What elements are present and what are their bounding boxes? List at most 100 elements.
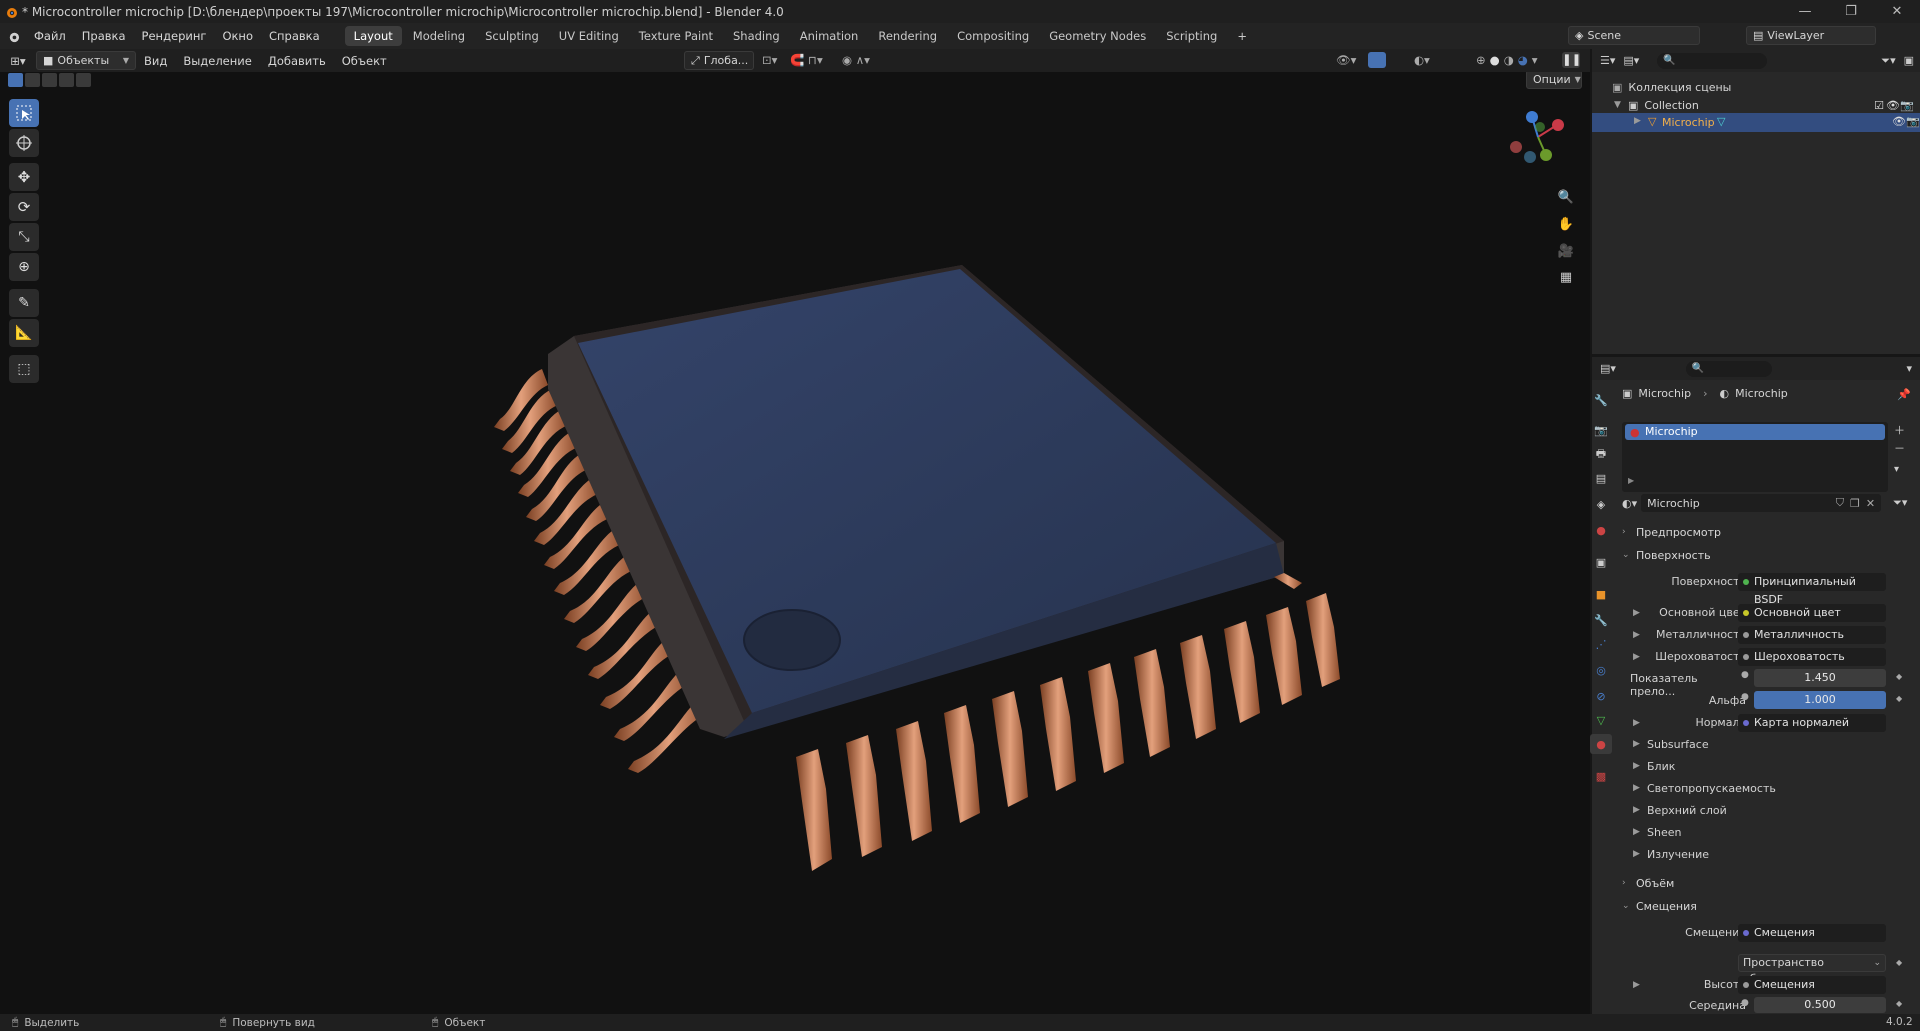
section-preview[interactable]: › Предпросмотр <box>1622 522 1721 542</box>
section-displacement[interactable]: ⌄ Смещения <box>1622 896 1697 916</box>
keyframe-dot-icon[interactable]: ◆ <box>1896 694 1902 703</box>
physics-tab-icon[interactable]: ◎ <box>1590 660 1612 680</box>
blender-menu-icon[interactable] <box>0 30 26 43</box>
tab-rendering[interactable]: Rendering <box>869 26 946 46</box>
select-subtract-icon[interactable] <box>42 73 57 87</box>
tab-layout[interactable]: Layout <box>344 26 402 46</box>
annotate-tool[interactable]: ✎ <box>9 289 39 317</box>
chevron-down-icon[interactable]: ▾ <box>1532 53 1538 67</box>
keyframe-dot-icon[interactable]: ◆ <box>1896 958 1902 967</box>
3d-viewport[interactable]: ✥ ⟳ ⤡ ⊕ ✎ 📐 ⬚ Опции ▼ 🔍 ✋ 🎥 ▦ <box>0 49 1590 1014</box>
rendered-shading-icon[interactable]: ◕ <box>1518 53 1528 67</box>
material-shading-icon[interactable]: ◑ <box>1504 53 1514 67</box>
link-options-icon[interactable]: ⏷▾ <box>1893 496 1907 510</box>
menu-view[interactable]: Вид <box>136 54 175 68</box>
overlays-icon[interactable]: ◐▾ <box>1414 53 1430 67</box>
tool-tab-icon[interactable]: 🔧 <box>1590 390 1612 410</box>
z-axis-icon[interactable] <box>1526 111 1538 123</box>
expand-triangle-icon[interactable]: ▼ <box>1614 100 1628 110</box>
tab-sculpting[interactable]: Sculpting <box>476 26 548 46</box>
wireframe-shading-icon[interactable]: ⊕ <box>1476 53 1486 67</box>
surface-shader-field[interactable]: Принципиальный BSDF <box>1738 573 1886 606</box>
menu-select[interactable]: Выделение <box>175 54 260 68</box>
menu-window[interactable]: Окно <box>214 23 261 49</box>
normal-field[interactable]: Карта нормалей <box>1738 714 1886 732</box>
add-slot-button[interactable]: ＋ <box>1894 422 1905 438</box>
outliner-scene-collection[interactable]: ▣ Коллекция сцены <box>1612 77 1731 97</box>
solid-shading-icon[interactable]: ● <box>1490 53 1500 67</box>
zoom-icon[interactable]: 🔍 <box>1553 185 1579 209</box>
material-tab-icon[interactable]: ● <box>1590 734 1612 754</box>
mode-selector[interactable]: ■ Объекты ▼ <box>36 51 136 70</box>
pause-render-icon[interactable]: ❚❚ <box>1562 52 1581 68</box>
options-dropdown[interactable]: Опции ▼ <box>1526 70 1582 89</box>
menu-edit[interactable]: Правка <box>74 23 134 49</box>
fake-user-icon[interactable]: ⛉ <box>1836 496 1844 510</box>
view-layer-selector[interactable]: ▤ ViewLayer <box>1746 26 1876 45</box>
expand-triangle-icon[interactable]: ▶ <box>1634 116 1648 126</box>
browse-material-icon[interactable]: ◐▾ <box>1622 497 1637 510</box>
camera-render-icon[interactable]: 📷 <box>1906 115 1920 128</box>
tab-modeling[interactable]: Modeling <box>404 26 474 46</box>
modifier-tab-icon[interactable]: 🔧 <box>1590 610 1612 630</box>
transform-tool[interactable]: ⊕ <box>9 253 39 281</box>
tab-geometry-nodes[interactable]: Geometry Nodes <box>1040 26 1155 46</box>
outliner-editor-icon[interactable]: ☰▾ <box>1600 54 1615 67</box>
select-new-icon[interactable] <box>8 73 23 87</box>
keyframe-dot-icon[interactable]: ◆ <box>1896 999 1902 1008</box>
object-tab-icon[interactable]: ■ <box>1590 584 1612 604</box>
eye-icon[interactable]: 👁 <box>1886 99 1900 112</box>
snap-icon[interactable]: 🧲 ⊓▾ <box>790 53 823 67</box>
scene-tab-icon[interactable]: ◈ <box>1590 494 1612 514</box>
render-tab-icon[interactable]: 📷 <box>1590 420 1612 440</box>
menu-add[interactable]: Добавить <box>260 54 334 68</box>
cursor-tool[interactable] <box>9 129 39 157</box>
orientation-selector[interactable]: ⤢ Глоба... <box>684 51 754 70</box>
select-extend-icon[interactable] <box>25 73 40 87</box>
unlink-icon[interactable]: ✕ <box>1866 497 1875 510</box>
tab-uv-editing[interactable]: UV Editing <box>550 26 628 46</box>
roughness-field[interactable]: Шероховатость <box>1738 648 1886 666</box>
base-color-field[interactable]: Основной цвет <box>1738 604 1886 622</box>
add-workspace-button[interactable]: + <box>1228 26 1256 46</box>
menu-file[interactable]: Файл <box>26 23 74 49</box>
camera-render-icon[interactable]: 📷 <box>1900 99 1914 112</box>
measure-tool[interactable]: 📐 <box>9 319 39 347</box>
outliner-collection[interactable]: ▼ ▣ Collection ☑ 👁 📷 <box>1614 95 1914 115</box>
scene-selector[interactable]: ◈ Scene <box>1568 26 1700 45</box>
constraints-tab-icon[interactable]: ⊘ <box>1590 686 1612 706</box>
tab-shading[interactable]: Shading <box>724 26 789 46</box>
pan-hand-icon[interactable]: ✋ <box>1553 212 1579 236</box>
data-tab-icon[interactable]: ▽ <box>1590 710 1612 730</box>
texture-tab-icon[interactable]: ▩ <box>1590 766 1612 786</box>
chevron-down-icon[interactable]: ▾ <box>1906 362 1912 375</box>
visibility-icon[interactable]: 👁▾ <box>1336 53 1356 67</box>
displacement-field[interactable]: Смещения <box>1738 924 1886 942</box>
world-tab-icon[interactable]: ● <box>1590 520 1612 540</box>
section-volume[interactable]: › Объём <box>1622 873 1674 893</box>
menu-help[interactable]: Справка <box>261 23 328 49</box>
display-mode-icon[interactable]: ▤▾ <box>1623 54 1639 67</box>
tab-compositing[interactable]: Compositing <box>948 26 1038 46</box>
space-dropdown[interactable]: Пространство объекта ⌄ <box>1738 954 1886 985</box>
ior-field[interactable]: 1.450 <box>1754 669 1886 687</box>
select-box-tool[interactable] <box>9 99 39 127</box>
subpanel-coat[interactable]: ▶ Верхний слой <box>1633 801 1727 819</box>
rotate-tool[interactable]: ⟳ <box>9 193 39 221</box>
y-axis-icon[interactable] <box>1540 149 1552 161</box>
metallic-field[interactable]: Металличность <box>1738 626 1886 644</box>
menu-object[interactable]: Объект <box>334 54 395 68</box>
maximize-button[interactable]: ❐ <box>1828 0 1874 23</box>
output-tab-icon[interactable]: 🖶 <box>1590 444 1612 464</box>
pin-icon[interactable]: 📌 <box>1897 388 1911 401</box>
subpanel-specular[interactable]: ▶ Блик <box>1633 757 1675 775</box>
pivot-icon[interactable]: ⊡▾ <box>762 53 777 67</box>
remove-slot-button[interactable]: － <box>1894 440 1905 456</box>
tab-texture-paint[interactable]: Texture Paint <box>630 26 722 46</box>
outliner-object-microchip[interactable]: ▶ ▽ Microchip ▽ 👁 📷 <box>1592 113 1920 132</box>
slot-specials-icon[interactable]: ▾ <box>1894 464 1899 475</box>
eye-icon[interactable]: 👁 <box>1892 115 1906 128</box>
tab-animation[interactable]: Animation <box>791 26 868 46</box>
gizmo-toggle-icon[interactable] <box>1368 52 1386 68</box>
select-intersect-icon[interactable] <box>76 73 91 87</box>
